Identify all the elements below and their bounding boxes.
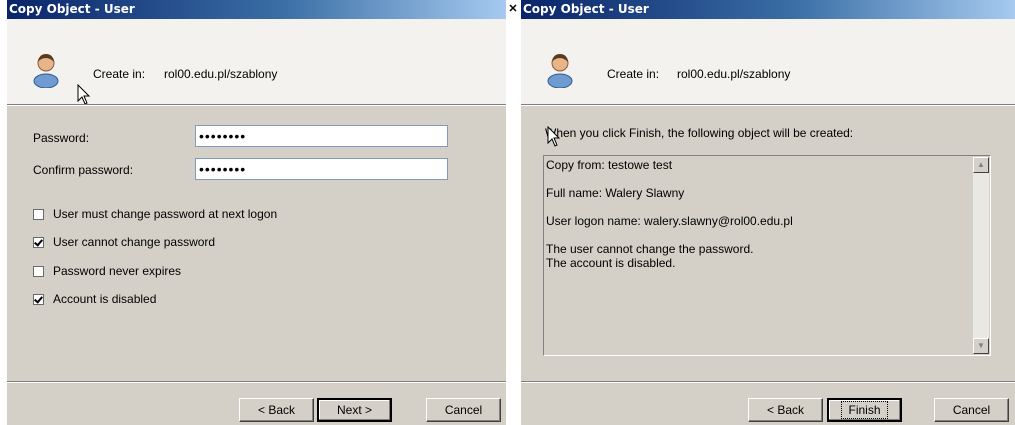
- header-separator: [521, 104, 1015, 106]
- summary-note-cannot-change: The user cannot change the password.: [546, 242, 754, 256]
- summary-full-name: Full name: Walery Slawny: [546, 186, 685, 200]
- option-password-never-expires[interactable]: Password never expires: [33, 264, 181, 278]
- cancel-button[interactable]: Cancel: [934, 398, 1009, 422]
- back-button[interactable]: < Back: [239, 398, 314, 422]
- back-button[interactable]: < Back: [748, 398, 823, 422]
- option-cannot-change-password[interactable]: User cannot change password: [33, 235, 215, 249]
- summary-note-disabled: The account is disabled.: [546, 256, 676, 270]
- option-must-change-password[interactable]: User must change password at next logon: [33, 207, 277, 221]
- scroll-up-arrow-icon[interactable]: ▲: [973, 157, 989, 173]
- close-icon[interactable]: ✕: [506, 1, 520, 18]
- dialog-title: Copy Object - User: [523, 2, 649, 16]
- scroll-down-arrow-icon[interactable]: ▼: [973, 338, 989, 354]
- copy-object-dialog-password-step: Copy Object - User Create in: rol00.edu.…: [7, 0, 506, 425]
- password-label: Password:: [33, 131, 90, 145]
- next-button[interactable]: Next >: [317, 398, 392, 422]
- copy-object-dialog-summary-step: Copy Object - User Create in: rol00.edu.…: [521, 0, 1015, 425]
- create-in-path: rol00.edu.pl/szablony: [677, 67, 791, 81]
- cancel-button[interactable]: Cancel: [426, 398, 501, 422]
- password-field[interactable]: ••••••••: [195, 125, 448, 147]
- mouse-cursor-icon: [547, 126, 561, 147]
- finish-button-label: Finish: [841, 401, 888, 419]
- user-icon: [33, 54, 59, 88]
- dialog-header: [521, 19, 1015, 104]
- mouse-cursor-icon: [77, 84, 91, 105]
- confirm-password-label: Confirm password:: [33, 163, 134, 177]
- summary-textbox[interactable]: Copy from: testowe test Full name: Waler…: [543, 155, 991, 356]
- title-bar[interactable]: Copy Object - User: [7, 0, 506, 19]
- checkbox[interactable]: [33, 236, 44, 248]
- checkbox[interactable]: [33, 265, 44, 277]
- checkbox[interactable]: [33, 208, 44, 220]
- summary-intro: When you click Finish, the following obj…: [545, 126, 854, 140]
- dialog-title: Copy Object - User: [9, 2, 135, 16]
- create-in-label: Create in:: [607, 67, 660, 81]
- header-separator: [7, 104, 506, 106]
- summary-logon-name: User logon name: walery.slawny@rol00.edu…: [546, 214, 793, 228]
- footer-separator: [521, 381, 1015, 383]
- vertical-scrollbar[interactable]: ▲ ▼: [973, 157, 989, 354]
- summary-copy-from: Copy from: testowe test: [546, 158, 673, 172]
- checkbox[interactable]: [33, 293, 44, 305]
- option-account-disabled[interactable]: Account is disabled: [33, 292, 156, 306]
- confirm-password-field[interactable]: ••••••••: [195, 158, 448, 180]
- create-in-label: Create in:: [93, 67, 146, 81]
- create-in-path: rol00.edu.pl/szablony: [164, 67, 278, 81]
- user-icon: [547, 54, 573, 88]
- footer-separator: [7, 381, 506, 383]
- title-bar[interactable]: Copy Object - User: [521, 0, 1015, 19]
- finish-button[interactable]: Finish: [827, 398, 902, 422]
